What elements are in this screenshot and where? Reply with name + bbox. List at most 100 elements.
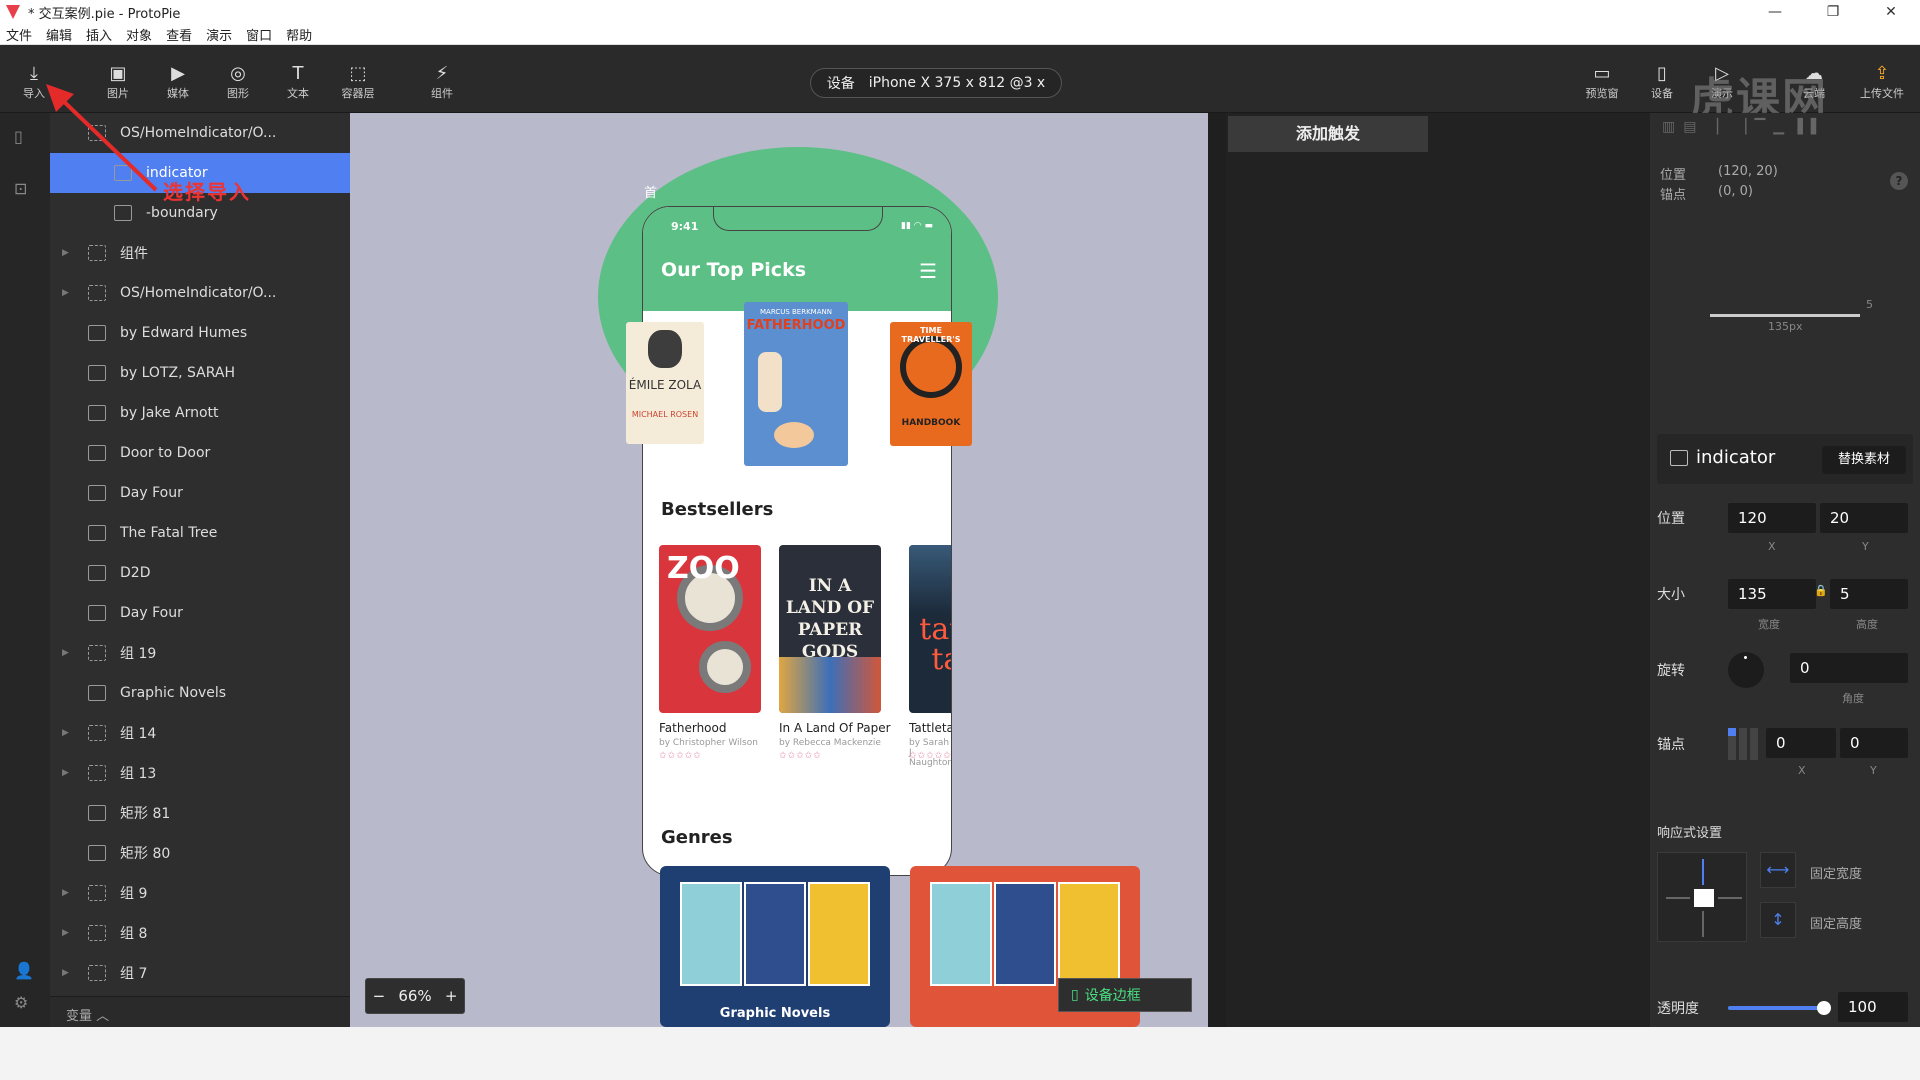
preview-button[interactable]: ▭ 预览窗 bbox=[1580, 63, 1624, 101]
layer-item[interactable]: 矩形 81 bbox=[50, 793, 350, 833]
fixed-width-icon[interactable]: ⟷ bbox=[1760, 852, 1796, 888]
layer-item[interactable]: ▶ 组 19 bbox=[50, 633, 350, 673]
layer-item[interactable]: by Edward Humes bbox=[50, 313, 350, 353]
opacity-input[interactable]: 100 bbox=[1838, 992, 1908, 1022]
book-cover-tattletale[interactable]: tattle tale bbox=[909, 545, 951, 713]
layer-item[interactable]: ▶ 组件 bbox=[50, 233, 350, 273]
layer-item[interactable]: ▶ 组 13 bbox=[50, 753, 350, 793]
layer-item[interactable]: Day Four bbox=[50, 593, 350, 633]
menu-file[interactable]: 文件 bbox=[6, 25, 32, 44]
close-button[interactable]: ✕ bbox=[1862, 0, 1920, 24]
anchor-x-input[interactable]: 0 bbox=[1766, 728, 1836, 758]
opacity-slider[interactable] bbox=[1728, 1001, 1831, 1015]
book-cover-fatherhood[interactable]: ZOO bbox=[659, 545, 761, 713]
user-icon[interactable]: 👤 bbox=[14, 961, 34, 980]
layer-item[interactable]: by LOTZ, SARAH bbox=[50, 353, 350, 393]
text-button[interactable]: T 文本 bbox=[276, 63, 320, 101]
layer-item[interactable]: Graphic Novels bbox=[50, 673, 350, 713]
size-label: 大小 bbox=[1657, 587, 1685, 603]
layer-item[interactable]: ▶ 组 9 bbox=[50, 873, 350, 913]
layer-item[interactable]: The Fatal Tree bbox=[50, 513, 350, 553]
layer-item[interactable]: ▶ 组 14 bbox=[50, 713, 350, 753]
layer-label: 组 13 bbox=[120, 766, 157, 782]
device-selector[interactable]: 设备 iPhone X 375 x 812 @3 x bbox=[810, 68, 1062, 98]
menu-present[interactable]: 演示 bbox=[206, 25, 232, 44]
zoom-level[interactable]: 66% bbox=[398, 987, 431, 1005]
image-icon bbox=[88, 605, 106, 621]
menu-insert[interactable]: 插入 bbox=[86, 25, 112, 44]
shape-button[interactable]: ◎ 图形 bbox=[216, 63, 260, 101]
settings-icon[interactable]: ⚙ bbox=[14, 993, 28, 1012]
size-height-input[interactable]: 5 bbox=[1830, 579, 1908, 609]
minimize-button[interactable]: — bbox=[1746, 0, 1804, 24]
expand-arrow-icon[interactable]: ▶ bbox=[62, 648, 69, 658]
zoom-out-button[interactable]: − bbox=[373, 987, 386, 1005]
anchor-y-input[interactable]: 0 bbox=[1840, 728, 1908, 758]
variables-bar[interactable]: 变量 ︿ bbox=[50, 996, 350, 1027]
menu-window[interactable]: 窗口 bbox=[246, 25, 272, 44]
layer-item[interactable]: by Jake Arnott bbox=[50, 393, 350, 433]
menu-object[interactable]: 对象 bbox=[126, 25, 152, 44]
size-width-input[interactable]: 135 bbox=[1728, 579, 1816, 609]
fixed-height-icon[interactable]: ↕ bbox=[1760, 902, 1796, 938]
expand-arrow-icon[interactable]: ▶ bbox=[62, 768, 69, 778]
top-pick-time-travellers[interactable]: TIME TRAVELLER'S HANDBOOK bbox=[890, 322, 972, 446]
expand-arrow-icon[interactable]: ▶ bbox=[62, 288, 69, 298]
expand-arrow-icon[interactable]: ▶ bbox=[62, 888, 69, 898]
expand-arrow-icon[interactable]: ▶ bbox=[62, 928, 69, 938]
container-button[interactable]: ⬚ 容器层 bbox=[336, 63, 380, 101]
component-button[interactable]: ⚡ 组件 bbox=[420, 63, 464, 101]
text-layer-icon bbox=[88, 485, 106, 501]
lock-ratio-icon[interactable]: 🔒 bbox=[1814, 584, 1828, 597]
upload-button[interactable]: ⇪ 上传文件 bbox=[1852, 63, 1912, 101]
position-y-sub: Y bbox=[1862, 540, 1869, 553]
book-cover-text: IN A LAND OF PAPER GODS bbox=[785, 576, 875, 662]
device-button[interactable]: ▯ 设备 bbox=[1640, 63, 1684, 101]
maximize-button[interactable]: ❐ bbox=[1804, 0, 1862, 24]
replace-asset-button[interactable]: 替换素材 bbox=[1822, 446, 1906, 474]
layer-item[interactable]: ▶ 组 8 bbox=[50, 913, 350, 953]
anchor-label: 锚点 bbox=[1657, 737, 1685, 753]
trigger-panel bbox=[1226, 113, 1650, 1027]
text-layer-icon bbox=[88, 365, 106, 381]
expand-arrow-icon[interactable]: ▶ bbox=[62, 728, 69, 738]
layer-item[interactable]: ▶ OS/HomeIndicator/O... bbox=[50, 273, 350, 313]
anchor-grid[interactable] bbox=[1728, 728, 1760, 760]
phone-notch bbox=[713, 207, 883, 231]
layer-item[interactable]: ▶ 组 7 bbox=[50, 953, 350, 993]
top-pick-zola[interactable]: ÉMILE ZOLA MICHAEL ROSEN bbox=[626, 322, 704, 444]
anchor-x-sub: X bbox=[1798, 764, 1806, 777]
device-label: 设备 bbox=[1651, 87, 1673, 100]
top-pick-fatherhood[interactable]: MARCUS BERKMANN FATHERHOOD bbox=[744, 302, 848, 466]
layer-item[interactable]: 矩形 80 bbox=[50, 833, 350, 873]
expand-arrow-icon[interactable]: ▶ bbox=[62, 968, 69, 978]
layer-item[interactable]: Door to Door bbox=[50, 433, 350, 473]
menu-edit[interactable]: 编辑 bbox=[46, 25, 72, 44]
help-icon[interactable]: ? bbox=[1890, 172, 1908, 190]
position-x-input[interactable]: 120 bbox=[1728, 503, 1816, 533]
device-frame-toggle[interactable]: ▯ 设备边框 bbox=[1058, 978, 1192, 1012]
rotation-label: 旋转 bbox=[1657, 663, 1685, 679]
book-cover-land-of-paper[interactable]: IN A LAND OF PAPER GODS bbox=[779, 545, 881, 713]
layer-item[interactable]: Day Four bbox=[50, 473, 350, 513]
text-icon: T bbox=[292, 63, 304, 84]
expand-arrow-icon[interactable]: ▶ bbox=[62, 248, 69, 258]
layers-panel-icon[interactable]: ▯ bbox=[14, 127, 23, 146]
layer-item[interactable]: D2D bbox=[50, 553, 350, 593]
zoom-in-button[interactable]: + bbox=[445, 987, 458, 1005]
rotation-dial[interactable] bbox=[1728, 652, 1764, 688]
responsive-constraint-widget[interactable] bbox=[1657, 852, 1747, 942]
align-tools-icon[interactable]: ▥▤ ▏▕▔▁▐▌ bbox=[1662, 119, 1830, 135]
scene-icon[interactable]: ⊡ bbox=[14, 179, 27, 198]
menu-help[interactable]: 帮助 bbox=[286, 25, 312, 44]
genre-card-graphic-novels[interactable]: Graphic Novels bbox=[660, 866, 890, 1027]
hamburger-menu-icon[interactable]: ☰ bbox=[919, 259, 937, 283]
menu-view[interactable]: 查看 bbox=[166, 25, 192, 44]
ruler-width-label: 135px bbox=[1768, 320, 1803, 333]
add-trigger-button[interactable]: 添加触发 bbox=[1228, 116, 1428, 152]
upload-icon: ⇪ bbox=[1874, 63, 1890, 84]
rating-stars: ✩✩✩✩✩ bbox=[909, 751, 952, 761]
image-icon bbox=[88, 845, 106, 861]
rotation-input[interactable]: 0 bbox=[1790, 653, 1908, 683]
position-y-input[interactable]: 20 bbox=[1820, 503, 1908, 533]
